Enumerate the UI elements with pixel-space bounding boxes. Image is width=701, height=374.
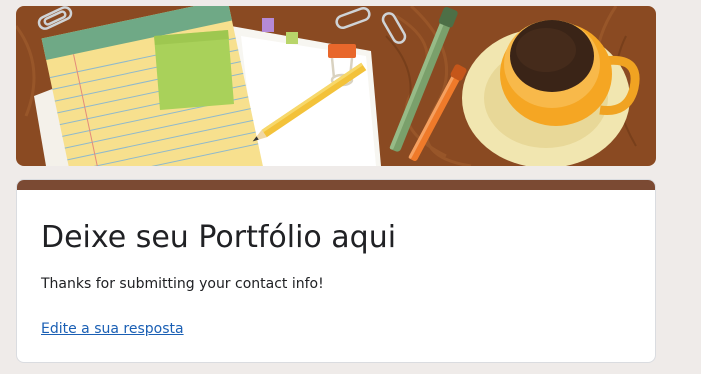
form-response-page: Deixe seu Portfólio aqui Thanks for subm… [0,0,701,374]
card-accent-bar [17,180,655,190]
header-banner [16,6,656,166]
edit-response-link[interactable]: Edite a sua resposta [41,319,184,339]
confirmation-message: Thanks for submitting your contact info! [41,276,324,292]
confirmation-card: Deixe seu Portfólio aqui Thanks for subm… [16,179,656,363]
header-illustration [16,6,656,166]
form-title: Deixe seu Portfólio aqui [41,220,397,255]
